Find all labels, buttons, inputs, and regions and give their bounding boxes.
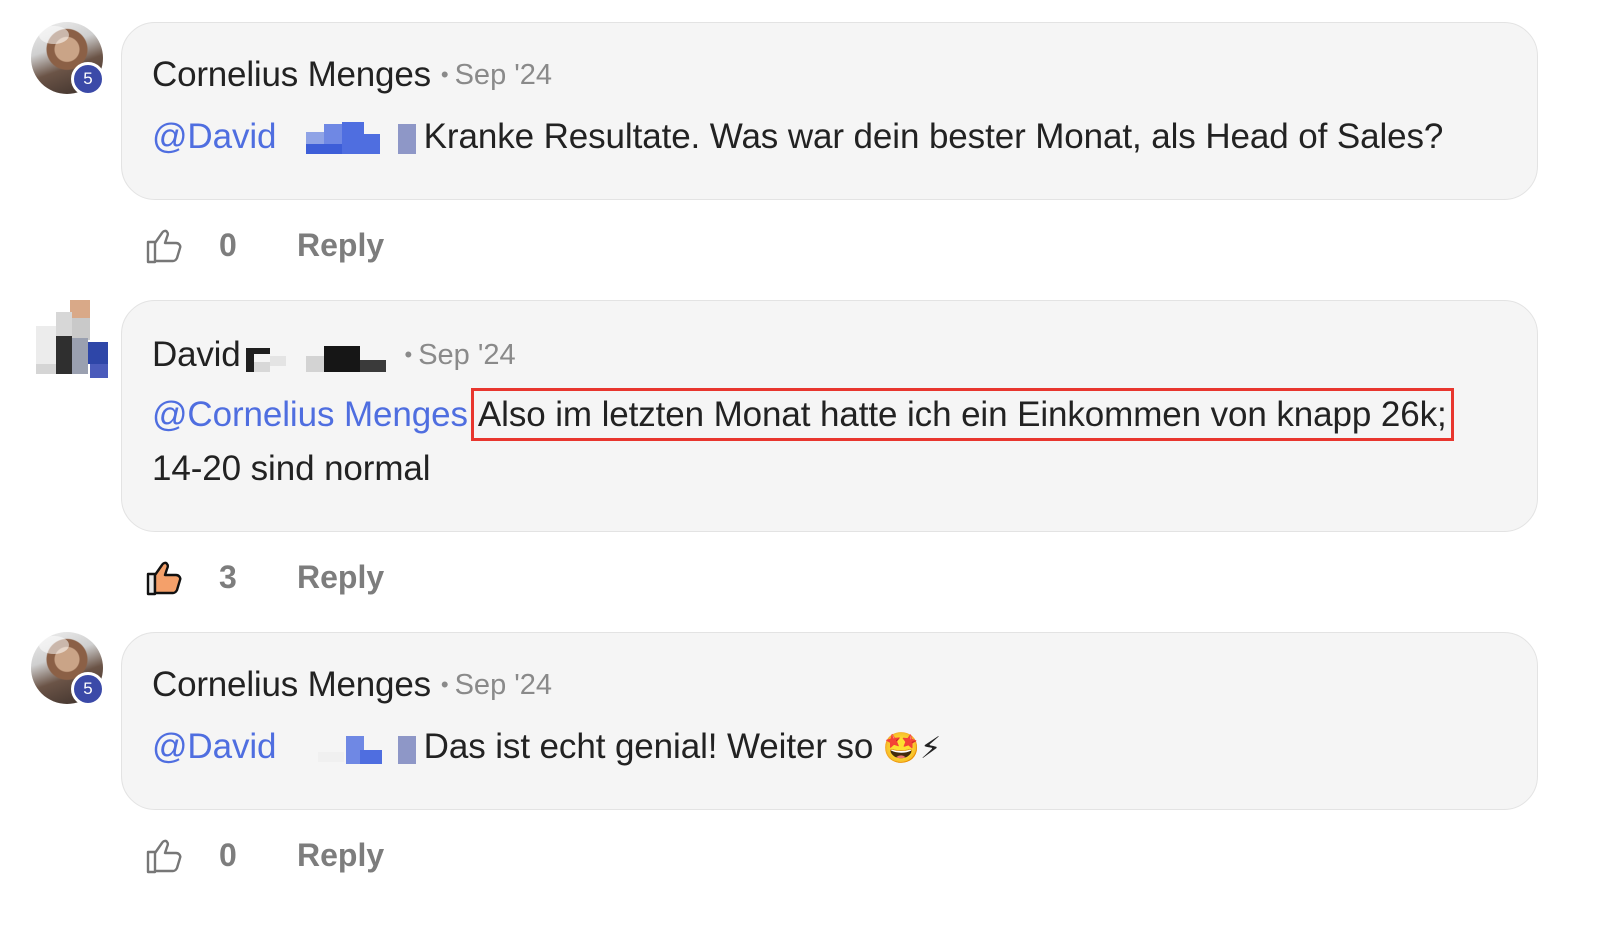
emoji: 🤩⚡	[882, 731, 942, 765]
comment-meta: David • Sep '24	[152, 333, 516, 377]
like-button[interactable]	[145, 223, 185, 267]
separator-dot: •	[440, 62, 449, 87]
author-name[interactable]: David	[152, 335, 241, 375]
comment-text: Kranke Resultate. Was war dein bester Mo…	[423, 117, 1444, 156]
comment-thread: 5 Cornelius Menges • Sep '24 @David Kran…	[0, 0, 1616, 926]
author-name[interactable]: Cornelius Menges	[152, 55, 431, 95]
comment-meta: Cornelius Menges • Sep '24	[152, 663, 552, 707]
comment-meta: Cornelius Menges • Sep '24	[152, 53, 552, 97]
mention-link[interactable]: @David	[152, 117, 277, 156]
comment-actions: 0 Reply	[145, 220, 384, 270]
comment-bubble: David • Sep '24 @Cornelius Menges Also im…	[121, 300, 1538, 532]
avatar[interactable]: 5	[31, 632, 105, 706]
like-count: 3	[219, 558, 237, 595]
highlighted-text: Also im letzten Monat hatte ich ein Eink…	[470, 388, 1454, 441]
redacted-surname	[290, 121, 417, 156]
mention-link[interactable]: @Cornelius Menges	[152, 395, 468, 434]
thumbs-up-filled-icon	[146, 561, 182, 596]
reply-button[interactable]: Reply	[297, 559, 384, 596]
separator-dot: •	[404, 342, 413, 367]
thumbs-up-icon	[146, 229, 182, 264]
like-count: 0	[219, 226, 237, 263]
comment-actions: 3 Reply	[145, 552, 384, 602]
separator-dot: •	[440, 672, 449, 697]
comment-text: Das ist echt genial! Weiter so	[423, 727, 874, 766]
comment-actions: 0 Reply	[145, 830, 384, 880]
timestamp[interactable]: Sep '24	[455, 59, 552, 92]
mention-link[interactable]: @David	[152, 727, 277, 766]
comment-body-continued: 14-20 sind normal	[152, 449, 431, 488]
reply-button[interactable]: Reply	[297, 227, 384, 264]
timestamp[interactable]: Sep '24	[418, 339, 515, 372]
comment-bubble: Cornelius Menges • Sep '24 @David Kranke…	[121, 22, 1538, 200]
redacted-surname	[246, 338, 394, 372]
avatar[interactable]	[36, 300, 110, 380]
like-button[interactable]	[145, 555, 185, 599]
like-button[interactable]	[145, 833, 185, 877]
avatar[interactable]: 5	[31, 22, 105, 96]
reply-button[interactable]: Reply	[297, 837, 384, 874]
level-badge: 5	[71, 62, 105, 96]
comment-body: @David Das ist echt genial! Weiter so 🤩⚡	[152, 725, 941, 771]
level-badge: 5	[71, 672, 105, 706]
comment-bubble: Cornelius Menges • Sep '24 @David Das is…	[121, 632, 1538, 810]
comment-body: @David Kranke Resultate. Was war dein be…	[152, 115, 1443, 159]
like-count: 0	[219, 836, 237, 873]
timestamp[interactable]: Sep '24	[455, 669, 552, 702]
comment-body: @Cornelius Menges Also im letzten Monat h…	[152, 388, 1454, 441]
redacted-surname	[290, 732, 417, 766]
thumbs-up-icon	[146, 839, 182, 874]
author-name[interactable]: Cornelius Menges	[152, 665, 431, 705]
